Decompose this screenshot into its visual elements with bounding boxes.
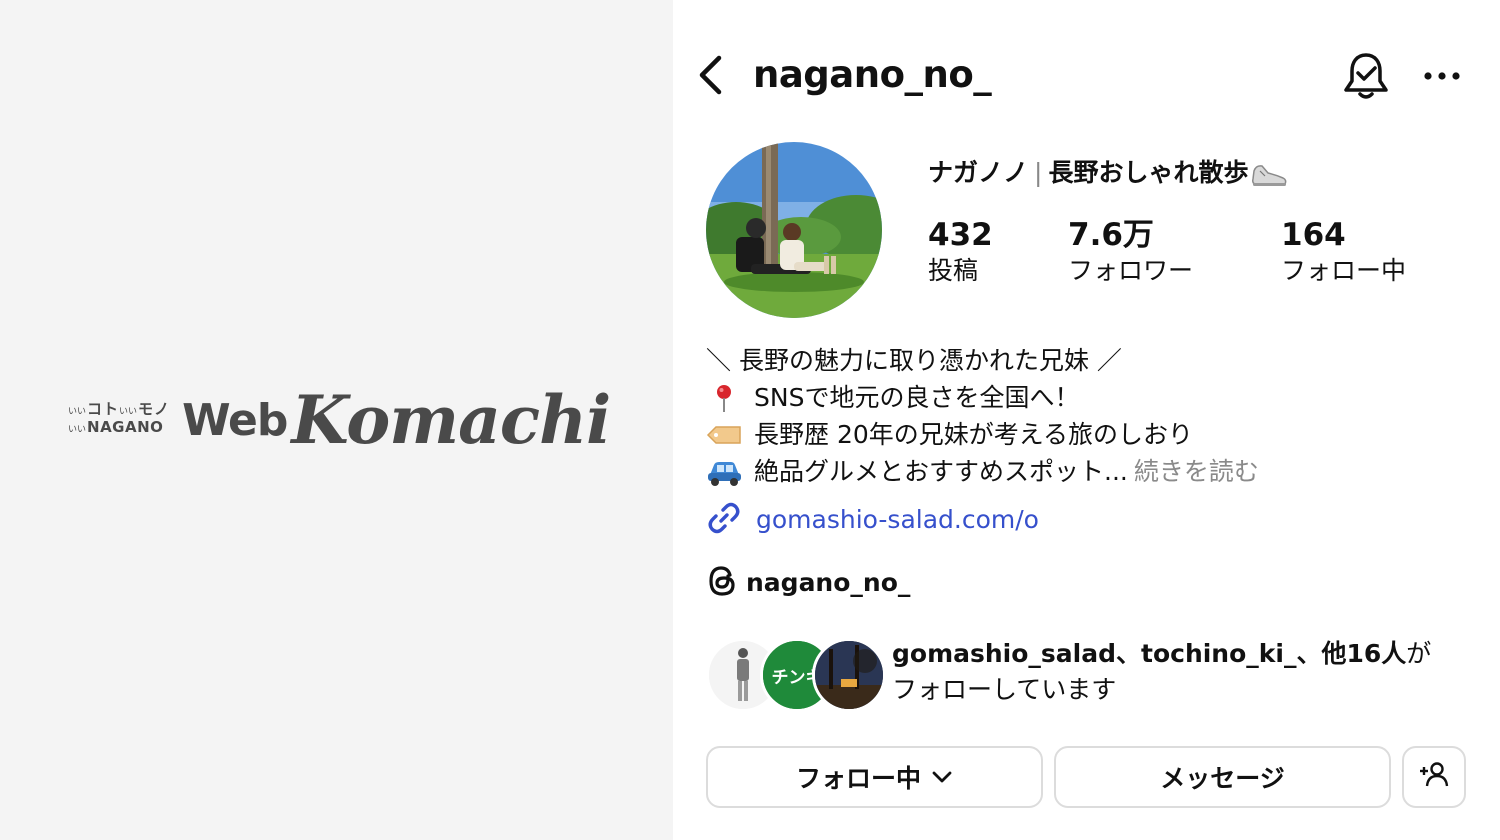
stat-following[interactable]: 164 フォロー中 [1281, 216, 1406, 288]
left-panel: いいコトいいモノ いいNAGANO Web Komachi [0, 0, 673, 840]
instagram-profile: nagano_no_ ナガノノ | 長野おしゃれ散歩 432 投稿 7.6万 フ… [673, 0, 1500, 840]
bio-line: ＼ 長野の魅力に取り憑かれた兄妹 ／ [706, 346, 1122, 375]
follower-avatar[interactable] [812, 638, 886, 712]
stat-posts-value: 432 [928, 217, 993, 253]
threads-icon [706, 564, 738, 602]
sneaker-icon [1250, 159, 1288, 189]
suggest-user-button[interactable] [1402, 746, 1466, 808]
threads-badge[interactable]: nagano_no_ [706, 563, 910, 603]
profile-link-text[interactable]: gomashio-salad.com/o [756, 500, 1039, 540]
stat-followers-label: フォロワー [1068, 256, 1194, 285]
tag-label-icon [706, 420, 742, 450]
bio-line: SNSで地元の良さを全国へ！ [706, 379, 1259, 416]
display-name: ナガノノ | 長野おしゃれ散歩 [928, 155, 1288, 191]
pushpin-icon [706, 383, 742, 413]
threads-handle: nagano_no_ [746, 568, 911, 597]
username-title: nagano_no_ [753, 53, 992, 96]
stat-following-value: 164 [1281, 217, 1346, 253]
logo-koto: コト [87, 400, 120, 418]
profile-link[interactable]: gomashio-salad.com/o [706, 500, 1039, 540]
followed-by-names: gomashio_salad、tochino_ki_、他16人 [892, 639, 1407, 668]
webkomachi-logo: いいコトいいモノ いいNAGANO Web Komachi [68, 381, 611, 459]
stat-followers-value: 7.6万 [1068, 217, 1154, 253]
logo-nagano: NAGANO [87, 418, 164, 436]
display-name-text: ナガノノ [928, 158, 1029, 187]
add-user-icon [1418, 760, 1450, 794]
bio-line: 絶品グルメとおすすめスポット... 続きを読む [706, 453, 1259, 490]
stat-followers[interactable]: 7.6万 フォロワー [1068, 216, 1193, 288]
followed-by-text: gomashio_salad、tochino_ki_、他16人が フォローしてい… [892, 639, 1432, 704]
logo-mono: モノ [138, 400, 171, 418]
more-options-icon[interactable] [1419, 54, 1465, 98]
profile-bio: ＼ 長野の魅力に取り憑かれた兄妹 ／ SNSで地元の良さを全国へ！ 長野歴 20… [706, 342, 1259, 490]
logo-komachi: Komachi [291, 381, 611, 459]
stat-posts[interactable]: 432 投稿 [928, 216, 993, 288]
bio-line: 長野歴 20年の兄妹が考える旅のしおり [706, 416, 1259, 453]
link-icon [706, 500, 742, 540]
logo-small-text: いいコトいいモノ いいNAGANO [68, 400, 171, 436]
chevron-down-icon [931, 766, 953, 788]
car-icon [706, 457, 742, 487]
back-icon[interactable] [687, 50, 737, 100]
notification-bell-icon[interactable] [1340, 50, 1392, 102]
stat-posts-label: 投稿 [928, 256, 979, 285]
message-button[interactable]: メッセージ [1054, 746, 1391, 808]
profile-tagline: 長野おしゃれ散歩 [1048, 158, 1249, 187]
profile-avatar[interactable] [706, 142, 882, 318]
following-button[interactable]: フォロー中 [706, 746, 1043, 808]
followed-by[interactable]: チンキ gomashio_salad、tochino_ki_、他16人が フォロ… [706, 636, 1466, 712]
logo-web: Web [182, 394, 288, 446]
read-more-link[interactable]: 続きを読む [1134, 453, 1259, 490]
stat-following-label: フォロー中 [1281, 256, 1407, 285]
name-separator: | [1034, 158, 1043, 187]
